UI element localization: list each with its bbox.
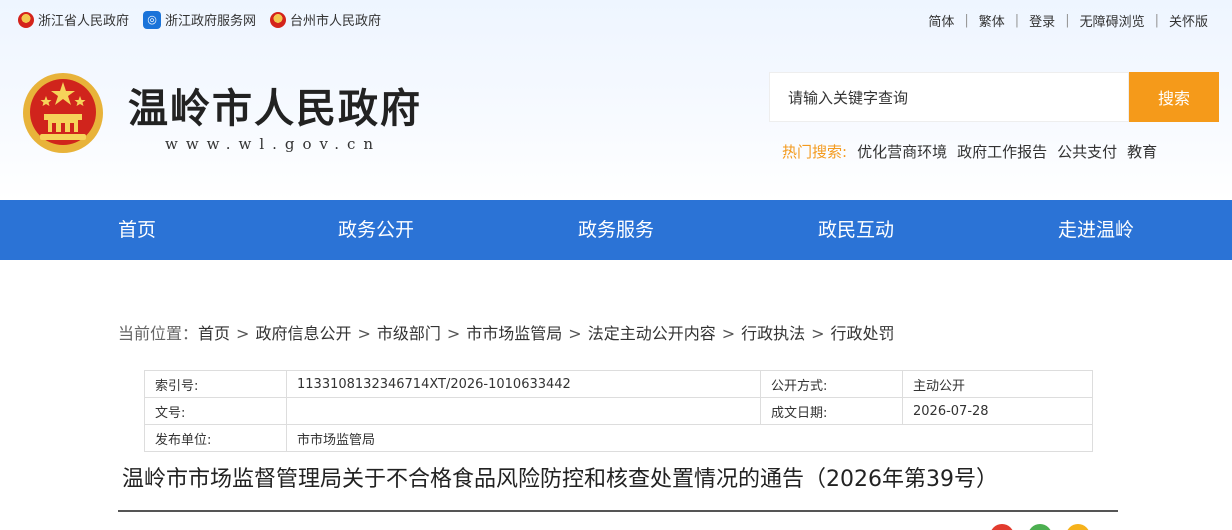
meta-label: 成文日期:	[760, 397, 903, 425]
meta-label: 公开方式:	[760, 370, 903, 398]
national-emblem-icon	[23, 73, 103, 153]
link-zhejiang-service[interactable]: ◎ 浙江政府服务网	[143, 10, 256, 29]
separator: |	[964, 13, 969, 28]
hot-item-report[interactable]: 政府工作报告	[957, 141, 1047, 162]
breadcrumb-item[interactable]: 市级部门	[377, 324, 441, 343]
nav-gov-affairs[interactable]: 政务公开	[338, 200, 414, 260]
share-weibo-icon[interactable]	[990, 524, 1014, 530]
search-button[interactable]: 搜索	[1129, 72, 1219, 122]
breadcrumb-item[interactable]: 行政处罚	[831, 324, 895, 343]
site-url: www.wl.gov.cn	[165, 135, 382, 153]
share-qzone-icon[interactable]	[1066, 524, 1090, 530]
table-row: 索引号: 1133108132346714XT/2026-1010633442 …	[144, 370, 1093, 398]
table-row: 发布单位: 市市场监管局	[144, 424, 1093, 452]
search-input[interactable]: 请输入关键字查询	[769, 72, 1129, 122]
breadcrumb-item[interactable]: 首页	[198, 324, 230, 343]
link-zhejiang-gov[interactable]: 浙江省人民政府	[18, 10, 129, 29]
link-label: 浙江政府服务网	[165, 14, 257, 29]
nav-services[interactable]: 政务服务	[578, 200, 654, 260]
link-traditional[interactable]: 繁体	[979, 11, 1005, 30]
meta-value	[286, 397, 761, 425]
breadcrumb-sep: >	[721, 324, 736, 343]
link-taizhou-gov[interactable]: 台州市人民政府	[270, 10, 381, 29]
breadcrumb-sep: >	[357, 324, 371, 343]
share-wechat-icon[interactable]	[1028, 524, 1052, 530]
nav-interaction[interactable]: 政民互动	[818, 200, 894, 260]
breadcrumb-item[interactable]: 法定主动公开内容	[588, 324, 716, 343]
meta-label: 索引号:	[144, 370, 287, 398]
service-icon: ◎	[143, 10, 162, 29]
top-bar: 浙江省人民政府 ◎ 浙江政府服务网 台州市人民政府 简体 | 繁体 | 登录 |…	[0, 0, 1232, 40]
emblem-icon	[18, 11, 34, 28]
nav-about[interactable]: 走进温岭	[1058, 200, 1134, 260]
breadcrumb: 当前位置：首页 > 政府信息公开 > 市级部门 > 市市场监管局 > 法定主动公开内容 > 行政执法…	[118, 320, 895, 344]
hot-item-business[interactable]: 优化营商环境	[857, 141, 947, 162]
link-label: 浙江省人民政府	[38, 14, 130, 29]
link-login[interactable]: 登录	[1029, 11, 1055, 30]
breadcrumb-sep: >	[236, 324, 250, 343]
breadcrumb-sep: >	[446, 324, 461, 343]
meta-label: 文号:	[144, 397, 287, 425]
breadcrumb-lead: 当前位置：	[118, 324, 199, 343]
meta-label: 发布单位:	[144, 424, 287, 452]
meta-value: 市市场监管局	[286, 424, 1093, 452]
link-accessibility[interactable]: 无障碍浏览	[1080, 11, 1145, 30]
link-label: 台州市人民政府	[290, 14, 382, 29]
breadcrumb-sep: >	[568, 324, 582, 343]
document-meta-table: 索引号: 1133108132346714XT/2026-1010633442 …	[144, 370, 1093, 452]
meta-value: 2026-07-28	[902, 397, 1093, 425]
main-nav: 首页 政务公开 政务服务 政民互动 走进温岭	[0, 200, 1232, 260]
divider	[118, 510, 1118, 512]
top-right-links: 简体 | 繁体 | 登录 | 无障碍浏览 | 关怀版	[928, 11, 1208, 30]
separator: |	[1065, 13, 1070, 28]
breadcrumb-item[interactable]: 政府信息公开	[255, 324, 351, 343]
link-care-mode[interactable]: 关怀版	[1169, 11, 1208, 30]
meta-value: 主动公开	[902, 370, 1093, 398]
link-simplified[interactable]: 简体	[928, 11, 954, 30]
meta-value: 1133108132346714XT/2026-1010633442	[286, 370, 761, 398]
hot-search-label: 热门搜索:	[782, 143, 848, 161]
hot-search: 热门搜索: 优化营商环境 政府工作报告 公共支付 教育	[782, 141, 1157, 162]
emblem-icon	[270, 11, 287, 28]
breadcrumb-item[interactable]: 市市场监管局	[466, 324, 562, 343]
table-row: 文号: 成文日期: 2026-07-28	[144, 397, 1093, 425]
breadcrumb-sep: >	[811, 324, 825, 343]
nav-home[interactable]: 首页	[118, 200, 156, 260]
article-title: 温岭市市场监督管理局关于不合格食品风险防控和核查处置情况的通告（2026年第39…	[122, 467, 998, 492]
breadcrumb-item[interactable]: 行政执法	[741, 324, 805, 343]
separator: |	[1014, 13, 1020, 28]
hot-item-education[interactable]: 教育	[1127, 141, 1157, 162]
separator: |	[1154, 13, 1159, 28]
site-title: 温岭市人民政府	[128, 85, 422, 132]
top-left-links: 浙江省人民政府 ◎ 浙江政府服务网 台州市人民政府	[18, 10, 381, 29]
hot-item-payment[interactable]: 公共支付	[1057, 141, 1117, 162]
share-buttons	[990, 524, 1090, 530]
